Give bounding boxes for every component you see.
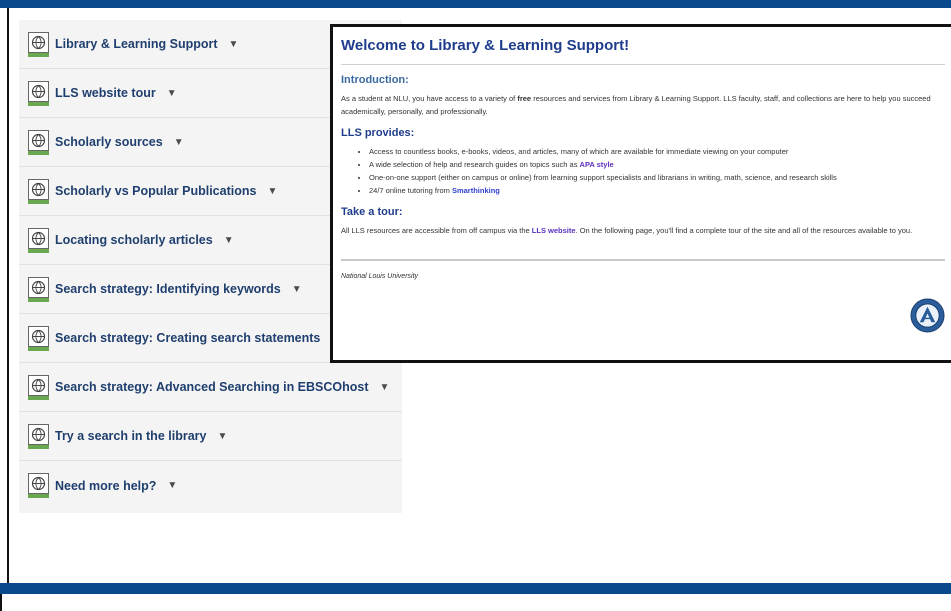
top-brand-bar: [0, 0, 951, 8]
globe-page-icon: [28, 325, 49, 351]
window-left-edge: [0, 8, 9, 583]
list-item: One-on-one support (either on campus or …: [369, 171, 951, 184]
list-item: A wide selection of help and research gu…: [369, 158, 951, 171]
footer-divider: [341, 259, 945, 261]
nav-item-try-a-search[interactable]: Try a search in the library ▼: [19, 412, 402, 461]
caret-down-icon: ▼: [167, 480, 178, 491]
caret-down-icon: ▼: [217, 430, 228, 442]
university-seal-icon: [910, 298, 945, 333]
nav-item-label: Library & Learning Support: [55, 37, 218, 51]
list-item-text: A wide selection of help and research gu…: [369, 160, 580, 169]
intro-text-bold: free: [517, 94, 532, 103]
title-divider: [341, 64, 945, 65]
caret-down-icon: ▼: [267, 185, 278, 197]
list-item-text: 24/7 online tutoring from: [369, 186, 452, 195]
globe-page-icon: [28, 473, 49, 498]
apa-style-link[interactable]: APA style: [580, 160, 614, 169]
globe-page-icon: [28, 31, 49, 57]
list-item: Access to countless books, e-books, vide…: [369, 145, 951, 158]
nav-item-label: Need more help?: [55, 478, 157, 493]
intro-text-start: As a student at NLU, you have access to …: [341, 94, 518, 103]
caret-down-icon: ▼: [291, 283, 302, 295]
tour-text-end: . On the following page, you'll find a c…: [575, 226, 913, 235]
caret-down-icon: ▼: [166, 87, 177, 99]
globe-page-icon: [28, 227, 49, 253]
nav-item-label: Locating scholarly articles: [55, 233, 213, 247]
section-heading-introduction: Introduction:: [341, 74, 409, 86]
nav-item-label: Search strategy: Identifying keywords: [55, 282, 281, 296]
intro-paragraph: As a student at NLU, you have access to …: [341, 92, 951, 118]
globe-page-icon: [28, 374, 49, 400]
footer-text: National Louis University: [341, 273, 419, 280]
globe-page-icon: [28, 129, 49, 155]
nav-item-label: Try a search in the library: [55, 429, 207, 443]
globe-page-icon: [28, 423, 49, 449]
list-item-text: Access to countless books, e-books, vide…: [369, 147, 789, 156]
section-heading-provides: LLS provides:: [341, 127, 415, 139]
page-title: Welcome to Library & Learning Support!: [341, 37, 630, 54]
nav-item-label: Search strategy: Advanced Searching in E…: [55, 380, 369, 394]
nav-item-label: Scholarly vs Popular Publications: [55, 184, 257, 198]
nav-item-label: Search strategy: Creating search stateme…: [55, 331, 321, 345]
list-item-text: One-on-one support (either on campus or …: [369, 173, 837, 182]
nav-item-label: LLS website tour: [55, 86, 156, 100]
nav-item-advanced-searching-ebscohost[interactable]: Search strategy: Advanced Searching in E…: [19, 363, 402, 412]
globe-page-icon: [28, 80, 49, 106]
list-item: 24/7 online tutoring from Smarthinking: [369, 184, 951, 197]
tour-text-start: All LLS resources are accessible from of…: [341, 226, 532, 235]
caret-down-icon: ▼: [379, 381, 390, 393]
content-panel: Welcome to Library & Learning Support! I…: [330, 24, 951, 363]
provides-list: Access to countless books, e-books, vide…: [341, 145, 951, 197]
nav-item-need-more-help[interactable]: Need more help? ▼: [19, 461, 402, 510]
caret-down-icon: ▼: [228, 38, 239, 50]
lls-website-link[interactable]: LLS website: [532, 226, 576, 235]
tour-paragraph: All LLS resources are accessible from of…: [341, 224, 951, 237]
section-heading-tour: Take a tour:: [341, 206, 403, 218]
globe-page-icon: [28, 276, 49, 302]
globe-page-icon: [28, 178, 49, 204]
caret-down-icon: ▼: [173, 136, 184, 148]
window-bottom-edge: [0, 594, 951, 611]
smarthinking-link[interactable]: Smarthinking: [452, 186, 500, 195]
nav-item-label: Scholarly sources: [55, 135, 163, 149]
caret-down-icon: ▼: [223, 234, 234, 246]
bottom-brand-bar: [0, 583, 951, 594]
